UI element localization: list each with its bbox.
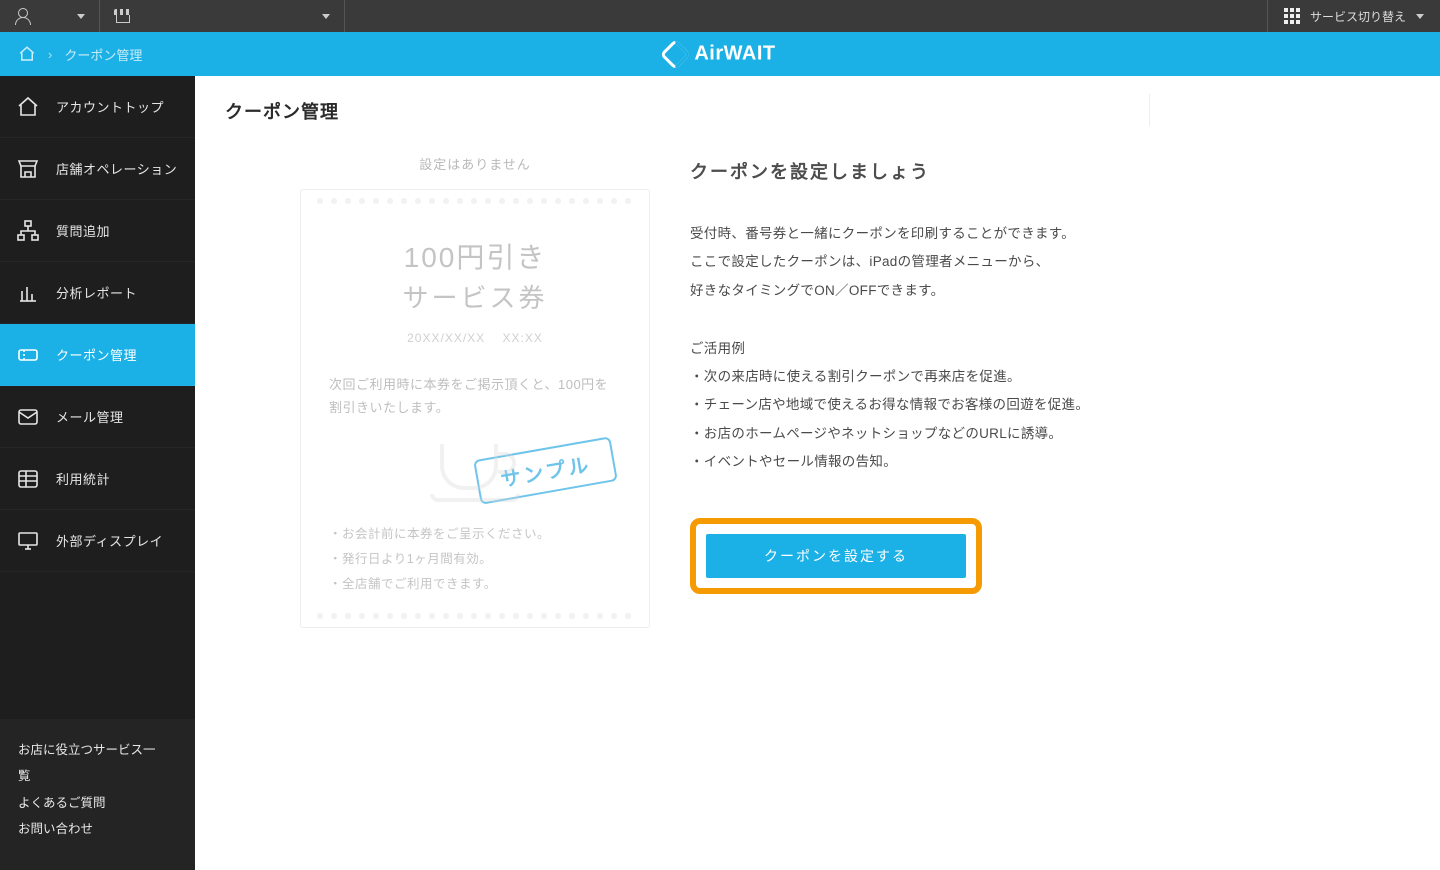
explain-line: 好きなタイミングでON／OFFできます。 [690,279,1120,303]
monitor-icon [16,529,40,553]
sidebar-item-label: 分析レポート [56,283,137,302]
coupon-empty-caption: 設定はありません [300,154,650,173]
sidebar-item-label: 利用統計 [56,469,110,488]
use-item: ・イベントやセール情報の告知。 [690,450,1120,474]
footer-link-faq[interactable]: よくあるご質問 [18,790,106,816]
use-item: ・お店のホームページやネットショップなどのURLに誘導。 [690,422,1120,446]
sidebar-footer: お店に役立つサービス一覧 よくあるご質問 お問い合わせ [0,719,195,870]
home-icon [16,95,40,119]
user-icon [14,8,30,24]
storefront-icon [16,157,40,181]
sitemap-icon [16,219,40,243]
breadcrumb-home[interactable] [18,45,36,63]
bar-chart-icon [16,281,40,305]
coupon-time: XX:XX [503,331,543,345]
brand-mark-icon [660,38,691,69]
coupon-date: 20XX/XX/XX [407,331,485,345]
main-content: クーポン管理 設定はありません 100円引き サービス券 20XX/XX/XX … [195,76,1440,870]
mail-icon [16,405,40,429]
footer-link-contact[interactable]: お問い合わせ [18,816,93,842]
topbar-spacer [345,0,1268,32]
breadcrumb-current: クーポン管理 [64,45,142,64]
coupon-explain-column: クーポンを設定しましょう 受付時、番号券と一緒にクーポンを印刷することができます… [690,154,1120,594]
sidebar-item-account-top[interactable]: アカウントトップ [0,76,195,138]
sidebar-item-label: 外部ディスプレイ [56,531,163,550]
chevron-down-icon [322,14,330,19]
chevron-down-icon [1416,14,1424,19]
topbar: サービス切り替え [0,0,1440,32]
sidebar-item-analytics-report[interactable]: 分析レポート [0,262,195,324]
table-icon [16,467,40,491]
chevron-down-icon [77,14,85,19]
breadcrumb-sep: › [48,47,52,62]
sidebar-item-label: 店舗オペレーション [56,159,177,178]
topbar-user-menu[interactable] [0,0,100,32]
ticket-icon [16,343,40,367]
page-title: クーポン管理 [195,76,1440,144]
explain-line: ここで設定したクーポンは、iPadの管理者メニューから、 [690,250,1120,274]
set-coupon-button[interactable]: クーポンを設定する [706,534,966,578]
use-item: ・チェーン店や地域で使えるお得な情報でお客様の回遊を促進。 [690,393,1120,417]
sidebar: アカウントトップ 店舗オペレーション 質問追加 分析レポート クーポン管理 メー… [0,76,195,870]
sidebar-item-label: クーポン管理 [56,345,137,364]
coupon-headline-2: サービス券 [329,278,621,315]
explain-heading: クーポンを設定しましょう [690,158,1120,184]
brand-name: AirWAIT [694,43,775,66]
coupon-note: ・発行日より1ヶ月間有効。 [329,547,621,572]
coupon-sample-column: 設定はありません 100円引き サービス券 20XX/XX/XX XX:XX 次… [300,154,650,628]
sidebar-item-label: メール管理 [56,407,124,426]
explain-line: 受付時、番号券と一緒にクーポンを印刷することができます。 [690,222,1120,246]
coupon-note: ・全店舗でご利用できます。 [329,572,621,597]
coupon-note: ・お会計前に本券をご呈示ください。 [329,522,621,547]
coupon-sample: 100円引き サービス券 20XX/XX/XX XX:XX 次回ご利用時に本券を… [300,189,650,628]
cup-illustration-icon [430,436,520,504]
sidebar-item-store-operation[interactable]: 店舗オペレーション [0,138,195,200]
brand-bar: › クーポン管理 AirWAIT [0,32,1440,76]
store-icon [114,9,132,23]
footer-link-services[interactable]: お店に役立つサービス一覧 [18,737,159,790]
service-switch-label: サービス切り替え [1310,8,1406,25]
coupon-headline-1: 100円引き [329,236,621,276]
perforation-top [313,196,637,206]
sidebar-item-add-question[interactable]: 質問追加 [0,200,195,262]
sidebar-item-usage-stats[interactable]: 利用統計 [0,448,195,510]
service-switch-menu[interactable]: サービス切り替え [1268,0,1440,32]
perforation-bottom [313,611,637,621]
sidebar-item-label: 質問追加 [56,221,110,240]
coupon-description: 次回ご利用時に本券をご掲示頂くと、100円を割引きいたします。 [329,373,621,420]
coupon-date-line: 20XX/XX/XX XX:XX [329,331,621,345]
sidebar-item-mail-management[interactable]: メール管理 [0,386,195,448]
cta-highlight-frame: クーポンを設定する [690,518,982,594]
sidebar-item-external-display[interactable]: 外部ディスプレイ [0,510,195,572]
use-item: ・次の来店時に使える割引クーポンで再来店を促進。 [690,365,1120,389]
uses-heading: ご活用例 [690,337,1120,361]
apps-grid-icon [1284,8,1300,24]
topbar-store-menu[interactable] [100,0,345,32]
sidebar-item-label: アカウントトップ [56,97,164,116]
coupon-notes: ・お会計前に本券をご呈示ください。 ・発行日より1ヶ月間有効。 ・全店舗でご利用… [329,522,621,597]
breadcrumb: › クーポン管理 [18,45,142,64]
brand-logo: AirWAIT [664,43,775,66]
sidebar-item-coupon-management[interactable]: クーポン管理 [0,324,195,386]
